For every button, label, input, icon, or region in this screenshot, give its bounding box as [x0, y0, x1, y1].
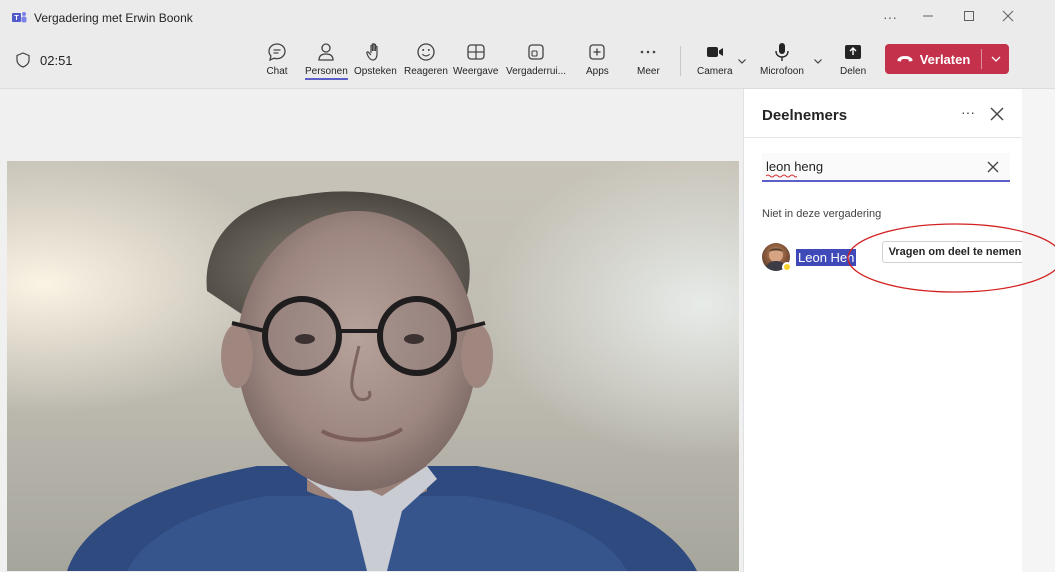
add-apps-icon [589, 44, 606, 60]
meeting-stage [0, 89, 743, 572]
meeting-timer: 02:51 [16, 52, 73, 68]
participant-video[interactable] [7, 161, 739, 571]
react-icon [417, 43, 435, 61]
share-label: Delen [840, 66, 867, 77]
microphone-button[interactable]: Microfoon [760, 41, 804, 85]
rooms-button[interactable]: Vergaderrui... [506, 41, 566, 85]
close-icon [1002, 10, 1014, 22]
title-bar: T Vergadering met Erwin Boonk ··· [0, 0, 1055, 36]
not-in-meeting-label: Niet in deze vergadering [762, 208, 882, 220]
window-close-button[interactable] [994, 6, 1022, 28]
chat-icon [268, 43, 286, 62]
shield-icon [16, 52, 30, 68]
minimize-icon [923, 15, 933, 17]
rooms-icon [528, 44, 544, 60]
panel-title: Deelnemers [762, 107, 848, 124]
panel-divider [744, 137, 1023, 138]
svg-text:T: T [14, 15, 19, 22]
more-button[interactable]: Meer [637, 41, 660, 85]
share-button[interactable]: Delen [840, 41, 866, 85]
participants-panel: Deelnemers ··· Niet in deze vergadering … [743, 89, 1028, 572]
react-label: Reageren [404, 66, 448, 77]
people-label: Personen [305, 66, 348, 80]
more-label: Meer [637, 66, 660, 77]
camera-icon [706, 47, 723, 57]
meeting-toolbar: 02:51 Chat Personen Opsteken Reageren We… [0, 36, 1055, 89]
window-title: Vergadering met Erwin Boonk [34, 11, 193, 25]
people-button[interactable]: Personen [305, 41, 348, 85]
microphone-options-chevron-icon[interactable] [813, 56, 823, 66]
chat-label: Chat [266, 66, 288, 77]
microphone-label: Microfoon [760, 66, 804, 77]
toolbar-divider [680, 46, 681, 76]
raise-hand-icon [366, 43, 379, 61]
participant-name: Leon Hen [796, 249, 857, 266]
presence-away-icon [782, 262, 792, 272]
camera-label: Camera [697, 66, 733, 77]
raise-hand-label: Opsteken [354, 66, 397, 77]
clear-search-icon[interactable] [984, 158, 1002, 176]
window-edge [1022, 89, 1055, 572]
microphone-icon [775, 43, 789, 61]
maximize-icon [964, 11, 974, 21]
camera-button[interactable]: Camera [697, 41, 733, 85]
rooms-label: Vergaderrui... [506, 66, 567, 77]
panel-more-button[interactable]: ··· [958, 103, 978, 123]
leave-label: Verlaten [919, 51, 971, 67]
view-label: Weergave [453, 66, 499, 77]
minimize-button[interactable] [914, 6, 942, 28]
people-icon [318, 43, 335, 61]
participant-search[interactable] [762, 153, 1010, 182]
apps-label: Apps [586, 66, 609, 77]
participant-video-image [67, 191, 697, 571]
maximize-button[interactable] [955, 6, 983, 28]
camera-options-chevron-icon[interactable] [737, 56, 747, 66]
panel-close-icon[interactable] [986, 103, 1008, 125]
spellcheck-underline-icon [766, 174, 797, 178]
view-button[interactable]: Weergave [453, 41, 498, 85]
apps-button[interactable]: Apps [586, 41, 609, 85]
view-icon [467, 44, 485, 60]
chevron-down-icon [991, 56, 1000, 62]
window-more-button[interactable]: ··· [876, 6, 904, 28]
participant-row[interactable]: Leon Hen Vragen om deel te nemen [762, 241, 1028, 275]
hang-up-icon [897, 56, 913, 62]
ask-to-join-button[interactable]: Vragen om deel te nemen [882, 241, 1028, 263]
react-button[interactable]: Reageren [404, 41, 448, 85]
more-icon [641, 50, 656, 54]
leave-options-button[interactable] [982, 44, 1009, 74]
leave-button[interactable]: Verlaten [885, 44, 981, 74]
share-icon [845, 45, 862, 59]
leave-button-group: Verlaten [885, 44, 1009, 74]
teams-logo-icon: T [12, 12, 27, 23]
chat-button[interactable]: Chat [266, 41, 288, 85]
timer-text: 02:51 [40, 52, 73, 68]
raise-hand-button[interactable]: Opsteken [354, 41, 397, 85]
